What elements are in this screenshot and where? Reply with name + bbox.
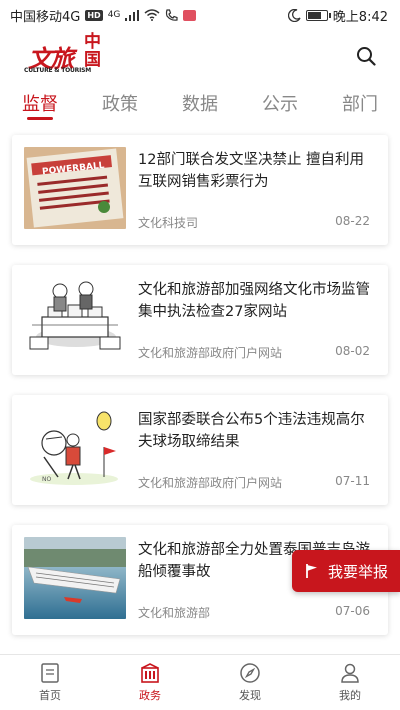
- nav-government-label: 政务: [139, 689, 161, 702]
- app-header: 文旅 中国 CULTURE & TOURISM: [0, 30, 400, 82]
- news-card[interactable]: 文化和旅游部加强网络文化市场监管集中执法检查27家网站 文化和旅游部政府门户网站…: [12, 265, 388, 375]
- news-date: 07-06: [335, 604, 370, 618]
- nav-government[interactable]: 政务: [100, 655, 200, 710]
- report-button[interactable]: 我要举报: [292, 550, 400, 592]
- battery-icon: [305, 9, 331, 21]
- tab-supervision[interactable]: 监督: [0, 84, 80, 122]
- news-date: 08-22: [335, 214, 370, 228]
- cartoon-officials-image: [24, 277, 126, 359]
- cartoon-golf-image: NO: [24, 407, 126, 489]
- news-source: 文化科技司: [138, 216, 199, 230]
- nav-discover[interactable]: 发现: [200, 655, 300, 710]
- nav-home-label: 首页: [39, 689, 61, 702]
- news-date: 07-11: [335, 474, 370, 488]
- logo-text-right: 中国: [84, 32, 101, 70]
- news-source: 文化和旅游部政府门户网站: [138, 346, 283, 360]
- wifi-icon: [144, 9, 160, 21]
- bottom-nav: 首页 政务 发现 我的: [0, 654, 400, 710]
- document-icon: [41, 663, 59, 683]
- moon-icon: [287, 8, 301, 22]
- nav-home[interactable]: 首页: [0, 655, 100, 710]
- app-logo: 文旅 中国 CULTURE & TOURISM: [24, 33, 104, 79]
- svg-text:NO: NO: [42, 476, 51, 483]
- search-icon: [357, 47, 376, 66]
- building-icon: [141, 663, 159, 683]
- news-title: 文化和旅游部加强网络文化市场监管集中执法检查27家网站: [138, 282, 370, 320]
- capsized-ship-image: [24, 537, 126, 619]
- hd-badge: HD: [85, 9, 103, 21]
- search-button[interactable]: [352, 42, 380, 70]
- news-card[interactable]: POWERBALL 12部门联合发文坚决禁止 擅自利用互联网销售彩票行为 文化科…: [12, 135, 388, 245]
- report-button-label: 我要举报: [327, 562, 388, 581]
- status-bar: 中国移动4G HD 4G 晚上8:42: [0, 0, 400, 30]
- tab-policy[interactable]: 政策: [80, 84, 160, 122]
- signal-icon: [125, 9, 140, 21]
- tab-department[interactable]: 部门: [320, 84, 400, 122]
- nav-discover-label: 发现: [239, 689, 261, 702]
- lottery-ticket-image: POWERBALL: [24, 147, 126, 229]
- category-tabs: 监督 政策 数据 公示 部门: [0, 84, 400, 122]
- person-icon: [341, 663, 359, 683]
- tab-announcement[interactable]: 公示: [240, 84, 320, 122]
- phone-icon: [166, 8, 179, 21]
- tab-data[interactable]: 数据: [160, 84, 240, 122]
- news-title: 12部门联合发文坚决禁止 擅自利用互联网销售彩票行为: [138, 152, 365, 190]
- news-date: 08-02: [335, 344, 370, 358]
- nav-profile-label: 我的: [339, 689, 361, 702]
- news-source: 文化和旅游部政府门户网站: [138, 476, 283, 490]
- compass-icon: [240, 663, 260, 683]
- network-type: 4G: [107, 10, 121, 20]
- logo-text-en: CULTURE & TOURISM: [24, 67, 92, 74]
- carrier-label: 中国移动4G: [10, 9, 81, 25]
- app-notification-icon: [183, 9, 197, 21]
- clock: 晚上8:42: [332, 9, 388, 25]
- news-card[interactable]: NO 国家部委联合公布5个违法违规高尔夫球场取缔结果 文化和旅游部政府门户网站 …: [12, 395, 388, 505]
- news-title: 国家部委联合公布5个违法违规高尔夫球场取缔结果: [138, 412, 365, 450]
- flag-icon: [306, 564, 317, 578]
- news-source: 文化和旅游部: [138, 606, 211, 620]
- nav-profile[interactable]: 我的: [300, 655, 400, 710]
